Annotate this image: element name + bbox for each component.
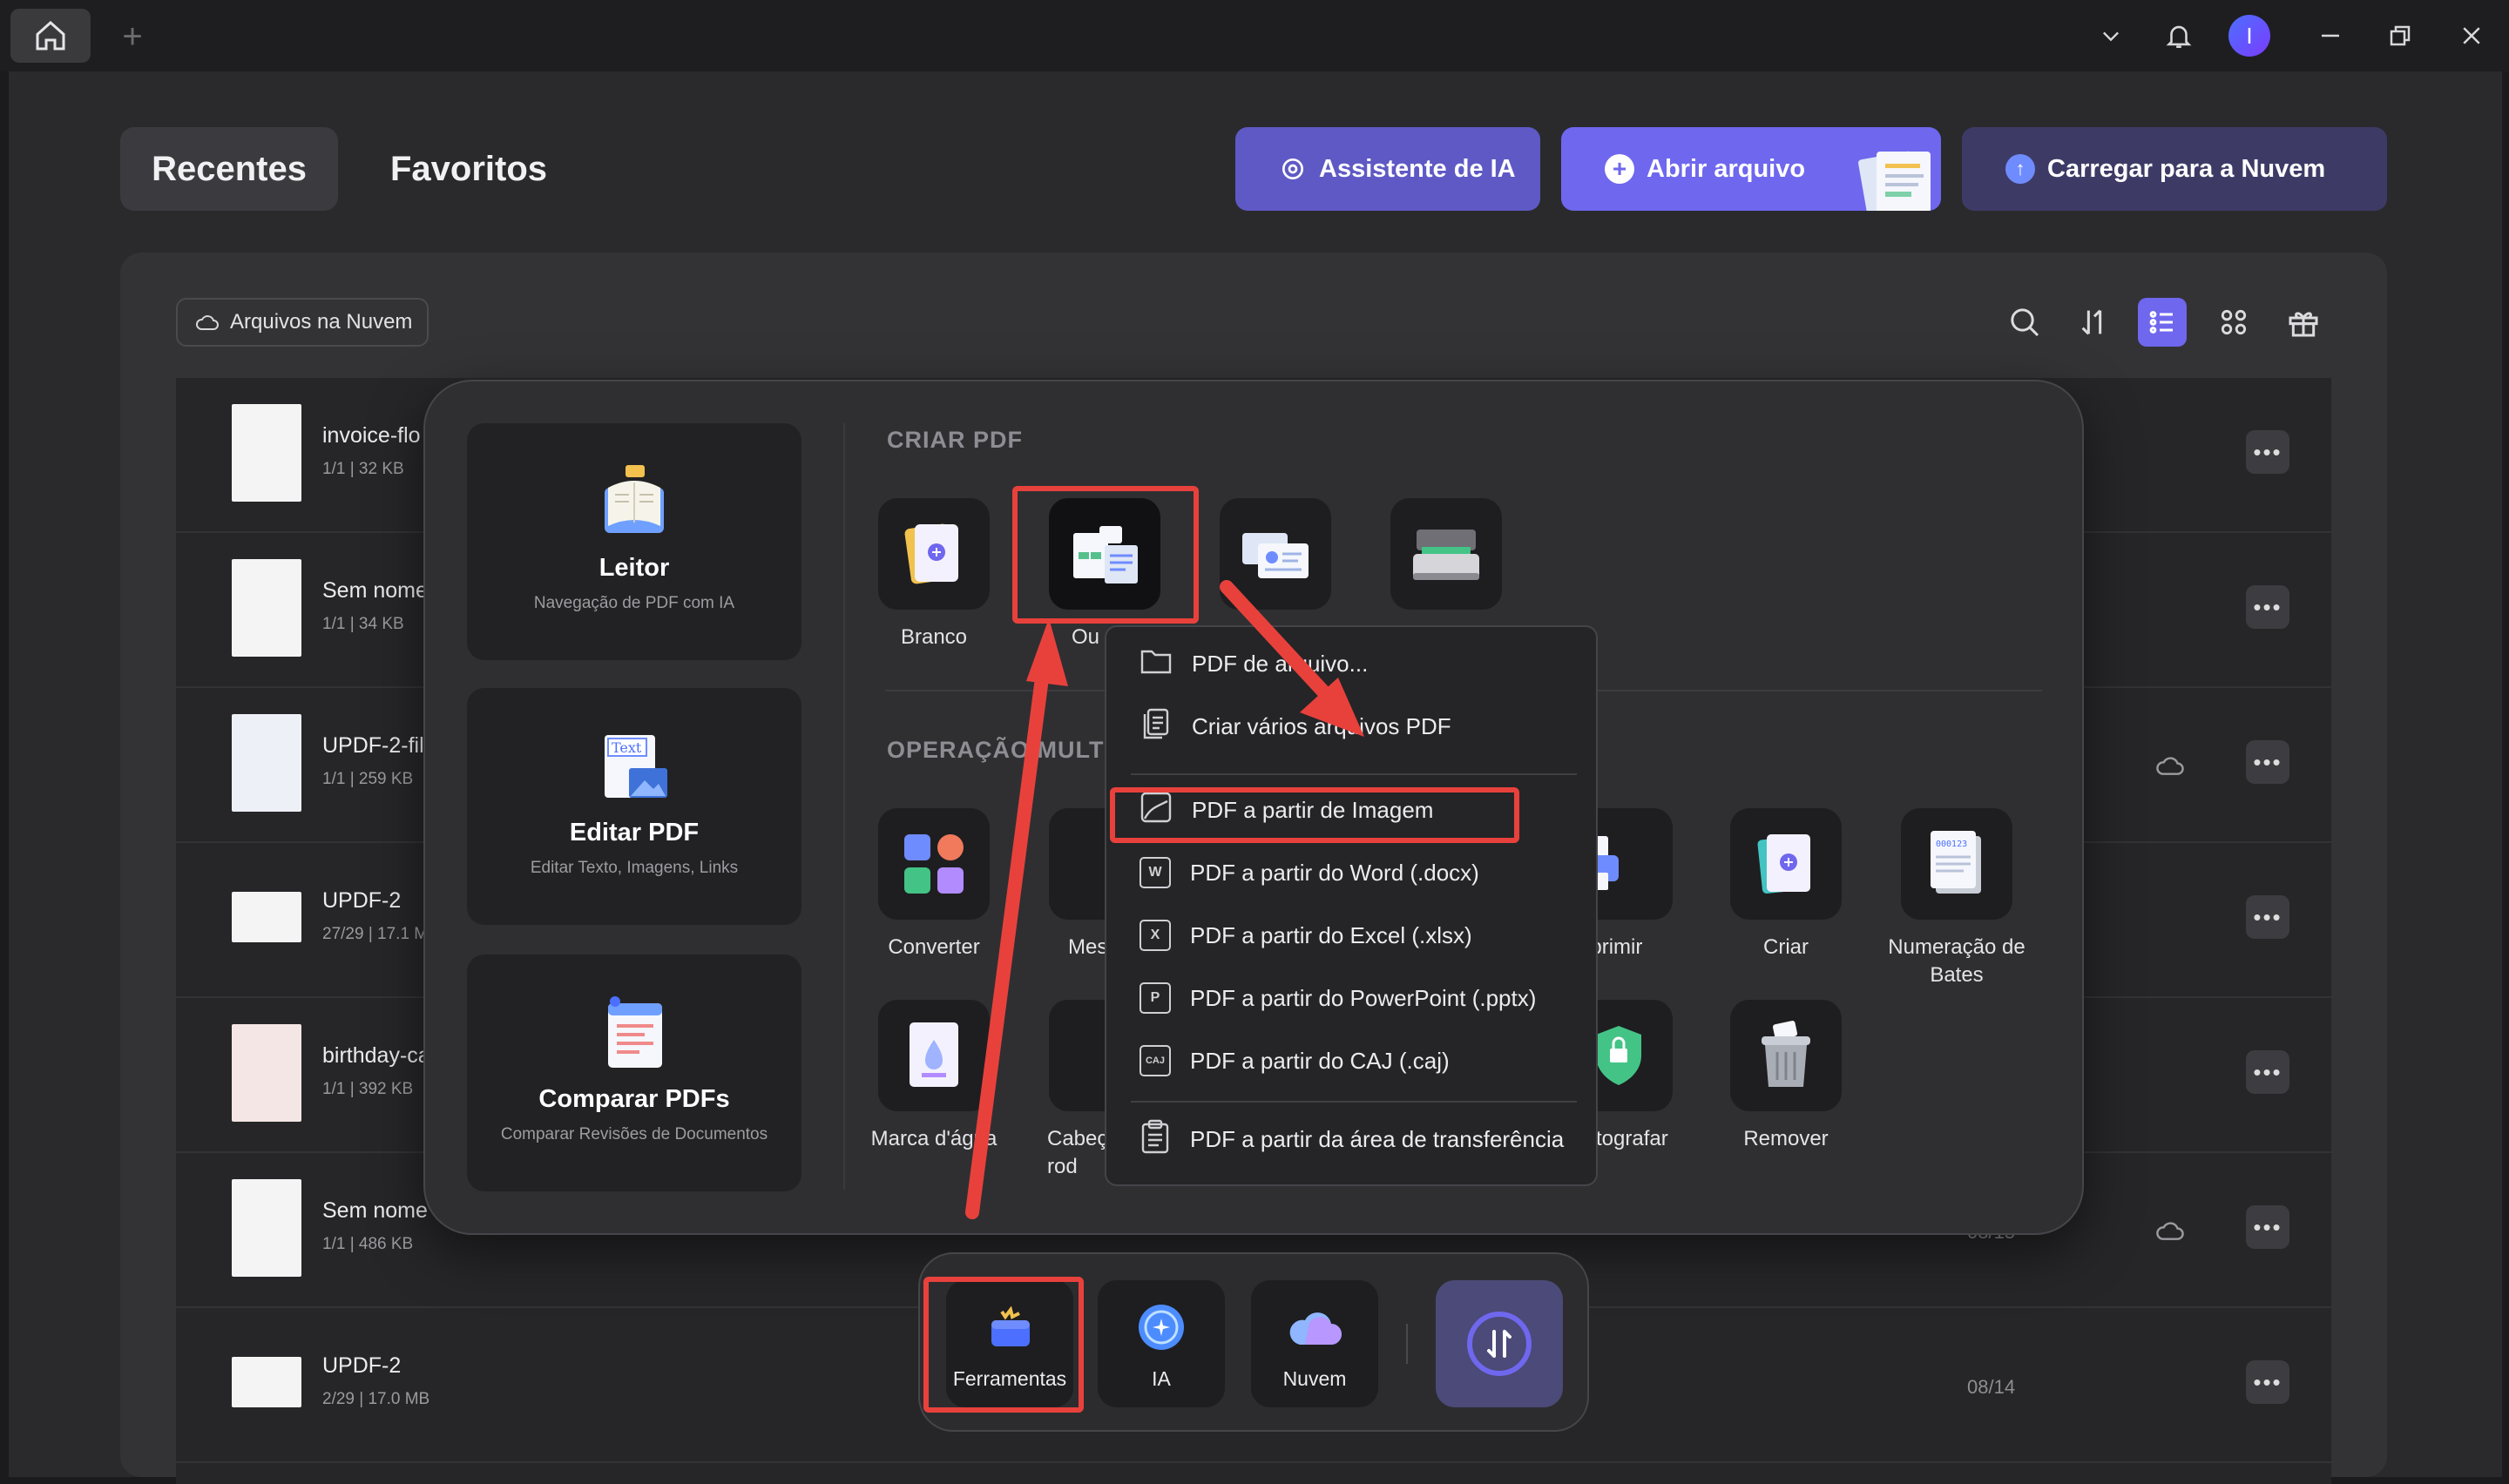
annotation-arrows	[965, 580, 1364, 1219]
